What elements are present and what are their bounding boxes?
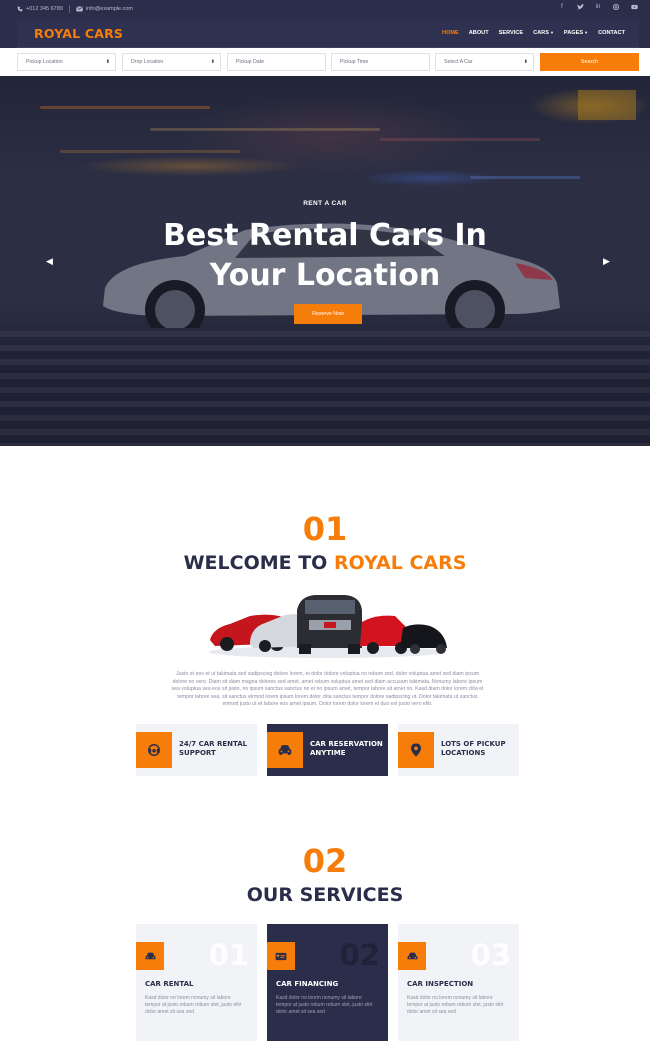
pickup-time-input[interactable]: Pickup Time [331, 53, 430, 71]
nav-contact[interactable]: CONTACT [598, 30, 625, 36]
linkedin-icon[interactable]: in [594, 4, 602, 12]
pickup-time-placeholder: Pickup Time [340, 59, 369, 65]
feature-card: 24/7 CAR RENTAL SUPPORT [136, 724, 257, 776]
twitter-icon[interactable] [576, 4, 584, 12]
nav-pages[interactable]: PAGES▼ [564, 30, 588, 36]
feature-card: LOTS OF PICKUP LOCATIONS [398, 724, 519, 776]
social-links: f in [558, 4, 638, 12]
service-description: Kasd dolor no lorem nonumy sit labore te… [145, 995, 242, 1015]
youtube-icon[interactable] [630, 4, 638, 12]
headset-icon [136, 732, 172, 768]
feature-label: CAR RESERVATION ANYTIME [310, 740, 383, 757]
nav-cars[interactable]: CARS▼ [533, 30, 554, 36]
hero-carousel: RENT A CAR Best Rental Cars In Your Loca… [0, 76, 650, 446]
car-icon [398, 942, 426, 970]
hero-title: Best Rental Cars In Your Location [163, 218, 487, 293]
brand-logo[interactable]: ROYAL CARS [34, 26, 123, 41]
carousel-next-icon[interactable]: ▶ [603, 256, 610, 267]
caret-down-icon: ▼ [549, 30, 554, 35]
phone-info[interactable]: +012 345 6789 [17, 6, 63, 12]
service-title: CAR INSPECTION [407, 980, 474, 988]
service-card[interactable]: 01 CAR RENTAL Kasd dolor no lorem nonumy… [136, 924, 257, 1041]
page: +012 345 6789 info@example.com f in ROYA… [0, 0, 650, 1041]
navbar: ROYAL CARS HOME ABOUT SERVICE CARS▼ PAGE… [17, 20, 639, 48]
welcome-title: WELCOME TO ROYAL CARS [0, 552, 650, 574]
feature-label: LOTS OF PICKUP LOCATIONS [441, 740, 506, 757]
pickup-location-text: Pickup Location [26, 59, 63, 65]
nav-pages-label: PAGES [563, 30, 584, 36]
divider [68, 5, 70, 13]
service-number: 01 [208, 938, 249, 972]
facebook-icon[interactable]: f [558, 4, 566, 12]
pickup-location-select[interactable]: Pickup Location ⬍ [17, 53, 116, 71]
services-title: OUR SERVICES [246, 884, 404, 906]
service-number: 03 [470, 938, 511, 972]
phone-text: +012 345 6789 [26, 6, 63, 12]
drop-location-select[interactable]: Drop Location ⬍ [122, 53, 221, 71]
nav-about[interactable]: ABOUT [469, 30, 489, 36]
car-icon [267, 732, 303, 768]
map-marker-icon [398, 732, 434, 768]
service-card[interactable]: 03 CAR INSPECTION Kasd dolor no lorem no… [398, 924, 519, 1041]
drop-location-text: Drop Location [131, 59, 164, 65]
select-car-select[interactable]: Select A Car ⬍ [435, 53, 534, 71]
section-number: 01 [302, 510, 348, 548]
select-arrows-icon: ⬍ [523, 59, 528, 65]
instagram-icon[interactable] [612, 4, 620, 12]
feature-label: 24/7 CAR RENTAL SUPPORT [179, 740, 248, 757]
booking-bar: Pickup Location ⬍ Drop Location ⬍ Pickup… [0, 48, 650, 76]
car-icon [136, 942, 164, 970]
nav-home[interactable]: HOME [442, 30, 459, 36]
service-description: Kasd dolor no lorem nonumy sit labore te… [276, 995, 373, 1015]
service-number: 02 [339, 938, 380, 972]
select-car-text: Select A Car [444, 59, 473, 65]
nav-menu: HOME ABOUT SERVICE CARS▼ PAGES▼ CONTACT [442, 30, 625, 36]
email-text: info@example.com [85, 6, 134, 12]
reserve-now-button[interactable]: Reserve Now [294, 304, 362, 324]
service-title: CAR FINANCING [276, 980, 339, 988]
feature-card: CAR RESERVATION ANYTIME [267, 724, 388, 776]
contact-info: +012 345 6789 info@example.com [17, 5, 133, 13]
caret-down-icon: ▼ [584, 30, 589, 35]
pickup-date-placeholder: Pickup Date [236, 59, 264, 65]
money-card-icon [267, 942, 295, 970]
pickup-date-input[interactable]: Pickup Date [227, 53, 326, 71]
service-description: Kasd dolor no lorem nonumy sit labore te… [407, 995, 504, 1015]
nav-service[interactable]: SERVICE [499, 30, 523, 36]
welcome-title-highlight: ROYAL CARS [333, 552, 467, 574]
search-button[interactable]: Search [540, 53, 639, 71]
hero-subtitle: RENT A CAR [303, 200, 347, 207]
welcome-title-prefix: WELCOME TO [183, 552, 328, 574]
phone-icon [17, 6, 23, 12]
welcome-paragraph: Justo et eos et ut takimata sed sadipsci… [171, 671, 484, 708]
service-card[interactable]: 02 CAR FINANCING Kasd dolor no lorem non… [267, 924, 388, 1041]
carousel-prev-icon[interactable]: ◀ [46, 256, 53, 267]
cars-lineup-image [209, 595, 447, 658]
section-number: 02 [302, 842, 348, 880]
email-info[interactable]: info@example.com [75, 6, 134, 12]
select-arrows-icon: ⬍ [105, 59, 110, 65]
select-arrows-icon: ⬍ [210, 59, 215, 65]
service-title: CAR RENTAL [145, 980, 194, 988]
nav-cars-label: CARS [533, 30, 549, 36]
envelope-icon [75, 6, 83, 12]
